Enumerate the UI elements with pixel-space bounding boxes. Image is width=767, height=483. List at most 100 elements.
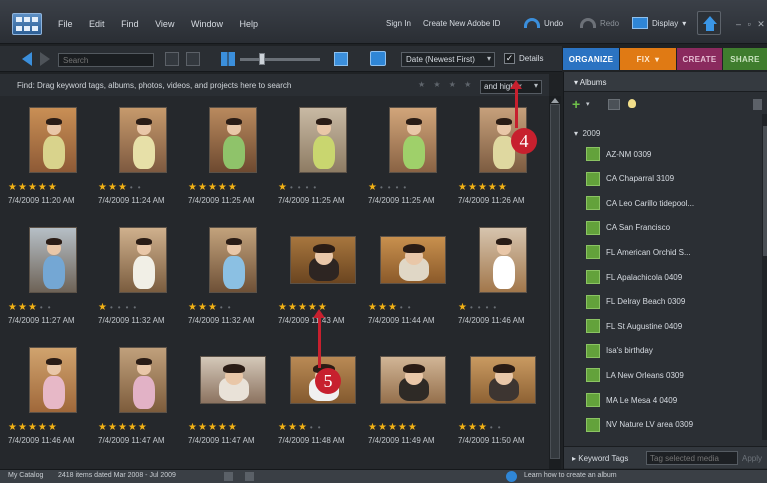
photo-image[interactable]	[209, 107, 257, 173]
photo-image[interactable]	[119, 107, 167, 173]
star-filled-icon[interactable]: ★	[138, 422, 148, 433]
star-empty-icon[interactable]: •	[318, 423, 322, 432]
star-empty-icon[interactable]: •	[493, 303, 497, 312]
checkmark-icon[interactable]: ✓	[504, 53, 515, 64]
star-filled-icon[interactable]: ★	[108, 422, 118, 433]
star-filled-icon[interactable]: ★	[298, 422, 308, 433]
star-filled-icon[interactable]: ★	[118, 422, 128, 433]
search-input[interactable]	[58, 53, 154, 67]
star-filled-icon[interactable]: ★	[188, 182, 198, 193]
star-filled-icon[interactable]: ★	[388, 422, 398, 433]
star-filled-icon[interactable]: ★	[478, 422, 488, 433]
thumbnail-grid-icon[interactable]	[221, 52, 235, 66]
star-filled-icon[interactable]: ★	[388, 302, 398, 313]
star-filled-icon[interactable]: ★	[208, 302, 218, 313]
photo-thumbnail[interactable]: ★★★ • • 7/4/2009 11:24 AM	[98, 104, 188, 214]
star-empty-icon[interactable]: •	[400, 303, 404, 312]
tab-share[interactable]: SHARE	[723, 48, 767, 70]
star-filled-icon[interactable]: ★	[208, 422, 218, 433]
large-thumbnail-icon[interactable]	[334, 52, 348, 66]
star-filled-icon[interactable]: ★	[458, 302, 468, 313]
star-filled-icon[interactable]: ★	[478, 182, 488, 193]
album-item[interactable]: Isa's birthday	[586, 342, 653, 360]
date-view-icon[interactable]	[186, 52, 200, 66]
create-adobe-id-link[interactable]: Create New Adobe ID	[423, 19, 500, 28]
menu-find[interactable]: Find	[121, 19, 139, 29]
photo-thumbnail[interactable]: ★★★★★ 7/4/2009 11:20 AM	[8, 104, 98, 214]
star-empty-icon[interactable]: •	[220, 303, 224, 312]
star-filled-icon[interactable]: ★	[458, 422, 468, 433]
star-filled-icon[interactable]: ★	[488, 182, 498, 193]
star-filled-icon[interactable]: ★	[28, 182, 38, 193]
photo-image[interactable]	[119, 347, 167, 413]
star-filled-icon[interactable]: ★	[498, 182, 508, 193]
tab-organize[interactable]: ORGANIZE	[563, 48, 619, 70]
menu-file[interactable]: File	[58, 19, 73, 29]
star-filled-icon[interactable]: ★	[8, 422, 18, 433]
star-empty-icon[interactable]: •	[126, 303, 130, 312]
star-rating[interactable]: ★★★★★	[188, 422, 278, 433]
slider-handle[interactable]	[259, 53, 265, 65]
photo-thumbnail[interactable]: ★★★ • • 7/4/2009 11:44 AM	[368, 224, 458, 334]
star-filled-icon[interactable]: ★	[198, 302, 208, 313]
star-rating[interactable]: ★ • • • •	[458, 302, 548, 313]
star-empty-icon[interactable]: •	[118, 303, 122, 312]
star-filled-icon[interactable]: ★	[18, 302, 28, 313]
tag-input[interactable]	[646, 451, 738, 465]
chevron-down-icon[interactable]: ▾	[586, 100, 590, 108]
star-empty-icon[interactable]: •	[138, 183, 142, 192]
star-filled-icon[interactable]: ★	[288, 422, 298, 433]
scrollbar-thumb[interactable]	[763, 126, 767, 256]
star-filled-icon[interactable]: ★	[108, 182, 118, 193]
star-rating[interactable]: ★★★ • •	[188, 302, 278, 313]
photo-image[interactable]	[389, 107, 437, 173]
album-item[interactable]: NV Nature LV area 0309	[586, 416, 693, 434]
star-filled-icon[interactable]: ★	[298, 302, 308, 313]
photo-image[interactable]	[299, 107, 347, 173]
star-empty-icon[interactable]: •	[403, 183, 407, 192]
forward-arrow-icon[interactable]	[40, 52, 50, 66]
star-filled-icon[interactable]: ★	[98, 422, 108, 433]
album-item[interactable]: LA New Orleans 0309	[586, 366, 684, 384]
home-button[interactable]	[697, 11, 721, 35]
stack-icon[interactable]	[224, 472, 233, 481]
star-filled-icon[interactable]: ★	[98, 182, 108, 193]
album-item[interactable]: MA Le Mesa 4 0409	[586, 391, 677, 409]
photo-thumbnail[interactable]: ★★★ • • 7/4/2009 11:50 AM	[458, 344, 548, 454]
star-filled-icon[interactable]: ★	[378, 422, 388, 433]
star-filled-icon[interactable]: ★	[98, 302, 108, 313]
star-empty-icon[interactable]: •	[310, 423, 314, 432]
star-filled-icon[interactable]: ★	[48, 182, 58, 193]
photo-image[interactable]	[470, 356, 536, 404]
star-empty-icon[interactable]: •	[490, 423, 494, 432]
learn-album-link[interactable]: Learn how to create an album	[524, 472, 617, 479]
star-filled-icon[interactable]: ★	[368, 422, 378, 433]
star-filled-icon[interactable]: ★	[188, 422, 198, 433]
star-rating[interactable]: ★★★★★	[368, 422, 458, 433]
album-item[interactable]: FL American Orchid S...	[586, 243, 691, 261]
star-filled-icon[interactable]: ★	[8, 182, 18, 193]
star-filled-icon[interactable]: ★	[28, 422, 38, 433]
tab-create[interactable]: CREATE	[677, 48, 722, 70]
photo-thumbnail[interactable]: ★★★★★ 7/4/2009 11:25 AM	[188, 104, 278, 214]
star-empty-icon[interactable]: •	[40, 303, 44, 312]
star-empty-icon[interactable]: •	[298, 183, 302, 192]
star-empty-icon[interactable]: •	[48, 303, 52, 312]
menu-edit[interactable]: Edit	[89, 19, 105, 29]
star-empty-icon[interactable]: •	[290, 183, 294, 192]
star-rating[interactable]: ★★★ • •	[8, 302, 98, 313]
photo-image[interactable]	[119, 227, 167, 293]
star-filled-icon[interactable]: ★	[368, 182, 378, 193]
photo-thumbnail[interactable]: ★ • • • • 7/4/2009 11:25 AM	[368, 104, 458, 214]
album-item[interactable]: AZ-NM 0309	[586, 145, 651, 163]
star-filled-icon[interactable]: ★	[378, 302, 388, 313]
full-screen-view-icon[interactable]	[370, 51, 386, 66]
photo-image[interactable]	[380, 236, 446, 284]
album-item[interactable]: CA Leo Carillo tidepool...	[586, 194, 694, 212]
find-bar[interactable]: Find: Drag keyword tags, albums, photos,…	[0, 74, 549, 96]
star-empty-icon[interactable]: •	[470, 303, 474, 312]
star-rating[interactable]: ★★★★★	[8, 182, 98, 193]
star-empty-icon[interactable]: •	[228, 303, 232, 312]
star-filled-icon[interactable]: ★	[228, 422, 238, 433]
albums-panel-header[interactable]: ▾ Albums	[564, 72, 767, 92]
